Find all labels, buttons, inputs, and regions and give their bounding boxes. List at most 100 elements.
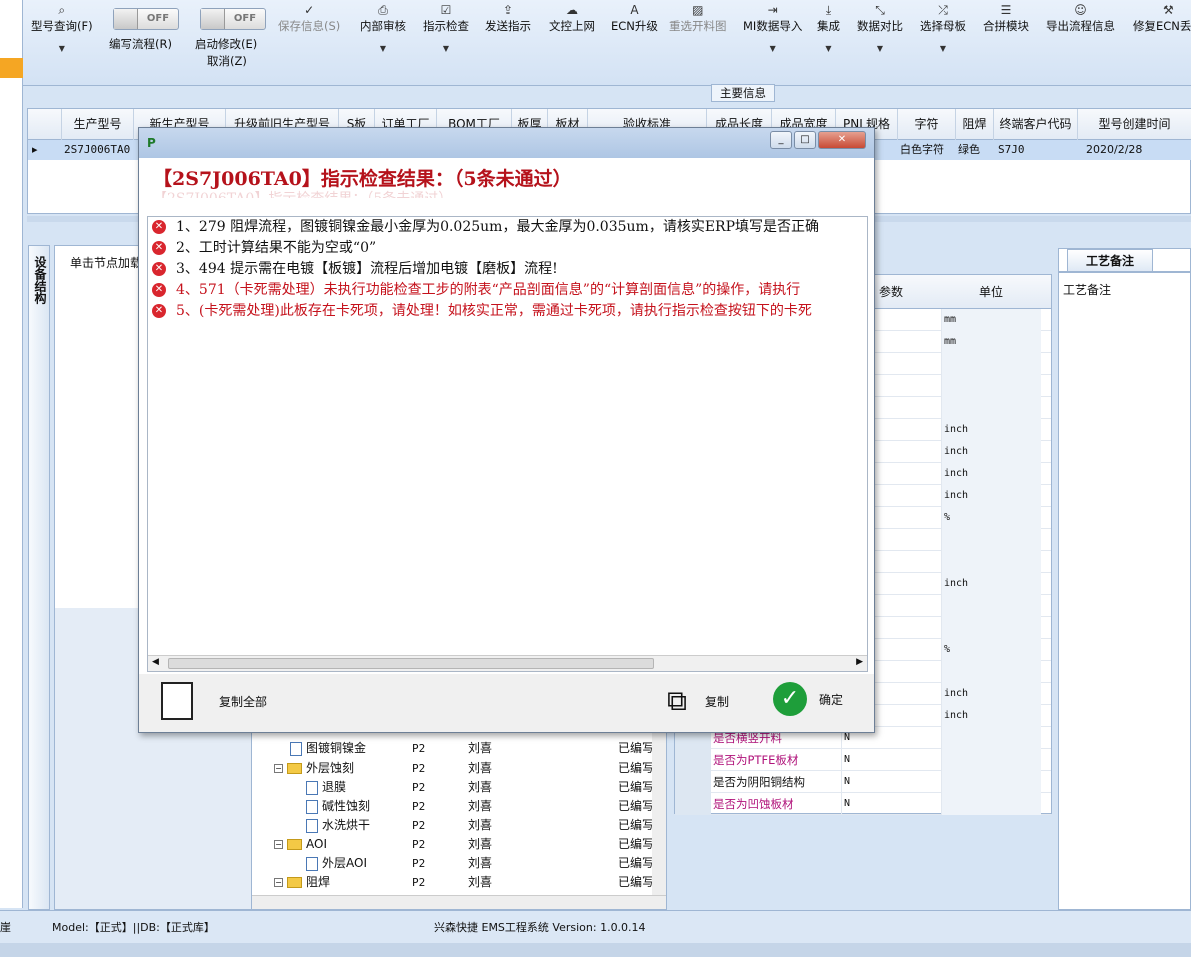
- unit-cell: [941, 595, 1041, 617]
- upload-icon: ⇪: [502, 3, 514, 17]
- instruction-check-button[interactable]: ☑ 指示检查 ▼: [423, 0, 469, 86]
- col-header[interactable]: 型号创建时间: [1078, 109, 1191, 140]
- repair-ecn-button[interactable]: ⚒ 修复ECN丢: [1133, 0, 1191, 86]
- process-notes-label: 工艺备注: [1063, 283, 1112, 297]
- horizontal-scrollbar[interactable]: ◀ ▶: [148, 655, 867, 671]
- unit-cell: [941, 397, 1041, 419]
- tree-row[interactable]: − 阻焊 P2 刘喜 已编写: [252, 873, 654, 892]
- send-instruction-button[interactable]: ⇪ 发送指示: [485, 0, 531, 86]
- result-list: ✕ 1、279 阻焊流程，图镀铜镍金最小金厚为0.025um，最大金厚为0.035…: [147, 216, 868, 672]
- tab-process-notes[interactable]: 工艺备注: [1067, 249, 1153, 271]
- flow-tree: 图镀铜镍金 P2 刘喜 已编写 − 外层蚀刻 P2 刘喜 已编写 退膜 P2 刘喜 已编写 碱…: [251, 724, 667, 910]
- scroll-left-icon[interactable]: ◀: [152, 657, 159, 667]
- param-row[interactable]: 是否为阴阳铜结构 N: [675, 771, 1051, 793]
- mi-import-button[interactable]: ⇥ MI数据导入 ▼: [743, 0, 802, 86]
- list-item[interactable]: ✕ 3、494 提示需在电镀【板镀】流程后增加电镀【磨板】流程!: [152, 259, 558, 279]
- error-icon: ✕: [152, 262, 166, 276]
- model-db-status: Model:【正式】||DB:【正式库】: [52, 921, 215, 934]
- unit-cell: inch: [941, 683, 1041, 705]
- integrate-button[interactable]: ⤓ 集成 ▼: [817, 0, 840, 86]
- error-icon: ✕: [152, 220, 166, 234]
- folder-icon: [287, 763, 302, 774]
- arrows-icon: ⤡: [875, 3, 885, 17]
- col-header[interactable]: 终端客户代码: [994, 109, 1078, 140]
- select-master-button[interactable]: ⤮ 选择母板 ▼: [920, 0, 966, 86]
- tree-row[interactable]: 图镀铜镍金 P2 刘喜 已编写: [252, 739, 654, 758]
- chevron-down-icon: ▼: [939, 44, 947, 53]
- unit-cell: mm: [941, 309, 1041, 331]
- status-bar: 崖 Model:【正式】||DB:【正式库】 兴森快捷 EMS工程系统 Vers…: [0, 910, 1191, 957]
- data-compare-button[interactable]: ⤡ 数据对比 ▼: [857, 0, 903, 86]
- copy-button[interactable]: ⧉ 复制: [667, 682, 729, 720]
- param-row[interactable]: 是否为PTFE板材 N: [675, 749, 1051, 771]
- internal-review-button[interactable]: ⎙ 内部审核 ▼: [360, 0, 406, 86]
- check-icon: ✓: [304, 3, 315, 17]
- node-panel: 单击节点加载: [55, 246, 147, 608]
- vertical-scrollbar[interactable]: [652, 725, 666, 895]
- check-result-dialog: P _ □ ✕ 【2S7J006TA0】指示检查结果：（5条未通过） 【2S7J…: [138, 127, 875, 733]
- search-icon: ⌕: [58, 3, 66, 17]
- collapse-icon[interactable]: −: [274, 840, 283, 849]
- param-row[interactable]: 是否为凹蚀板材 N: [675, 793, 1051, 815]
- tree-row[interactable]: − 外层蚀刻 P2 刘喜 已编写: [252, 759, 654, 778]
- doc-upload-button[interactable]: ☁ 文控上网: [549, 0, 595, 86]
- chevron-down-icon: ▼: [769, 44, 776, 53]
- cell-mask: 绿色: [958, 143, 980, 156]
- import-icon: ⇥: [767, 3, 778, 17]
- tree-row[interactable]: − AOI P2 刘喜 已编写: [252, 835, 654, 854]
- horizontal-scrollbar[interactable]: [252, 895, 666, 909]
- row-indicator-icon: ▸: [32, 143, 38, 156]
- dialog-titlebar[interactable]: P _ □ ✕: [139, 128, 874, 158]
- printer-icon: ⎙: [378, 3, 388, 17]
- list-item[interactable]: ✕ 2、工时计算结果不能为空或“0”: [152, 238, 376, 258]
- grid-corner[interactable]: [28, 109, 62, 140]
- list-item[interactable]: ✕ 5、(卡死需处理)此板存在卡死项，请处理！如核实正常，需通过卡死项，请执行指示…: [152, 301, 812, 321]
- ok-button[interactable]: ✓ 确定: [773, 682, 843, 716]
- taskbar: [0, 943, 1191, 957]
- collapse-icon[interactable]: −: [274, 878, 283, 887]
- copy-all-button[interactable]: 复制全部: [161, 682, 267, 720]
- collapse-icon[interactable]: −: [274, 764, 283, 773]
- query-button[interactable]: ⌕ 型号查询(F) ▼: [31, 0, 93, 86]
- document-icon: [306, 856, 318, 871]
- unit-cell: inch: [941, 441, 1041, 463]
- tree-row[interactable]: 外层AOI P2 刘喜 已编写: [252, 854, 654, 873]
- list-icon: ☰: [1000, 3, 1012, 17]
- tree-row[interactable]: 水洗烘干 P2 刘喜 已编写: [252, 816, 654, 835]
- col-unit[interactable]: 单位: [941, 275, 1041, 309]
- font-icon: A: [630, 3, 639, 17]
- unit-cell: inch: [941, 463, 1041, 485]
- save-button[interactable]: ✓ 保存信息(S): [278, 0, 340, 86]
- close-button[interactable]: ✕: [818, 131, 866, 149]
- chevron-down-icon: ▼: [379, 44, 387, 53]
- dialog-title-shadow: 【2S7J006TA0】指示检查结果：（5条未通过）: [153, 188, 452, 198]
- cancel-button[interactable]: 取消(Z): [207, 53, 247, 69]
- maximize-button[interactable]: □: [794, 131, 816, 149]
- panel-module-button[interactable]: ☰ 合拼模块: [983, 0, 1029, 86]
- tree-row[interactable]: 退膜 P2 刘喜 已编写: [252, 778, 654, 797]
- cloud-upload-icon: ☁: [566, 3, 578, 17]
- unit-cell: [941, 617, 1041, 639]
- minimize-button[interactable]: _: [770, 131, 792, 149]
- col-header[interactable]: 字符: [898, 109, 956, 140]
- left-nav-selected[interactable]: [0, 58, 23, 78]
- list-item[interactable]: ✕ 4、571（卡死需处理）未执行功能检查工步的附表“产品剖面信息”的“计算剖面信…: [152, 280, 800, 300]
- scroll-right-icon[interactable]: ▶: [856, 657, 863, 667]
- list-item[interactable]: ✕ 1、279 阻焊流程，图镀铜镍金最小金厚为0.025um，最大金厚为0.035…: [152, 217, 819, 237]
- cell-created: 2020/2/28: [1086, 143, 1143, 156]
- ecn-upgrade-button[interactable]: A ECN升级: [611, 0, 658, 86]
- reselect-cut-button[interactable]: ▨ 重选开料图: [669, 0, 727, 86]
- tab-equipment-structure[interactable]: 设备结构: [28, 245, 50, 910]
- write-flow-toggle[interactable]: OFF: [113, 8, 179, 30]
- start-modify-toggle[interactable]: OFF: [200, 8, 266, 30]
- document-icon: [290, 741, 302, 756]
- scroll-thumb[interactable]: [168, 658, 654, 669]
- tree-row[interactable]: 碱性蚀刻 P2 刘喜 已编写: [252, 797, 654, 816]
- unit-cell: [941, 353, 1041, 375]
- chevron-down-icon: ▼: [825, 44, 832, 53]
- export-flow-button[interactable]: ☺ 导出流程信息: [1046, 0, 1115, 86]
- col-header[interactable]: 阻焊: [956, 109, 994, 140]
- col-header[interactable]: 生产型号: [62, 109, 134, 140]
- unit-cell: %: [941, 639, 1041, 661]
- process-notes-panel: 工艺备注 工艺备注: [1058, 248, 1191, 910]
